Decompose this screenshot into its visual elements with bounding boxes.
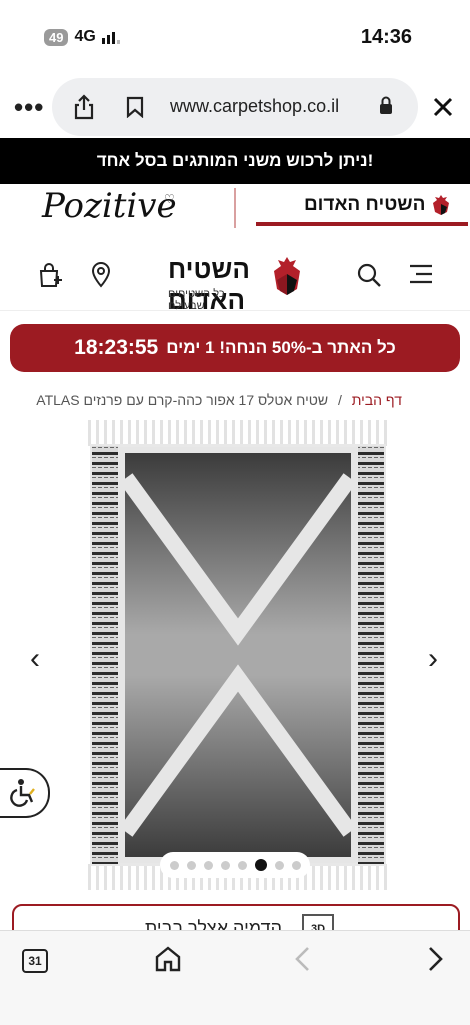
gallery-prev-arrow[interactable]: ‹: [30, 642, 40, 676]
browser-toolbar: ••• www.carpetshop.co.il: [0, 70, 470, 140]
url-text[interactable]: www.carpetshop.co.il: [170, 96, 339, 117]
site-logo[interactable]: השטיח האדום כל השטיחים שבעולם: [168, 250, 308, 315]
brand-tabs: Pozitive ♡ השטיח האדום: [0, 184, 470, 234]
close-icon[interactable]: [432, 96, 454, 118]
gallery-next-arrow[interactable]: ›: [428, 642, 438, 676]
gallery-dot[interactable]: [254, 859, 267, 871]
brand-tab-red-carpet[interactable]: השטיח האדום: [304, 194, 451, 216]
brand-divider: [234, 188, 236, 228]
share-icon[interactable]: [72, 94, 96, 120]
countdown-timer: 18:23:55: [74, 336, 159, 359]
brand-tab-pozitive[interactable]: Pozitive: [42, 186, 177, 226]
network-label: 4G: [74, 28, 96, 45]
bookmark-icon[interactable]: [126, 96, 144, 118]
gallery-dot[interactable]: [186, 860, 196, 870]
active-brand-underline: [256, 222, 468, 226]
pomegranate-logo-icon: [274, 257, 300, 295]
sale-countdown-banner[interactable]: 18:23:55 כל האתר ב-50% הנחה! 1 ימים: [10, 324, 460, 372]
product-gallery[interactable]: ‹ ›: [0, 420, 470, 900]
forward-arrow-icon[interactable]: [426, 945, 446, 973]
tabs-count-button[interactable]: 31: [22, 949, 48, 973]
cart-icon[interactable]: [38, 262, 62, 288]
gallery-dot[interactable]: [220, 860, 230, 870]
promo-banner: ניתן לרכוש משני המותגים בסל אחד!: [0, 138, 470, 184]
heart-icon: ♡: [164, 192, 175, 206]
gallery-dot[interactable]: [291, 860, 301, 870]
lock-icon: [380, 96, 392, 114]
sale-text: כל האתר ב-50% הנחה! 1 ימים: [166, 338, 396, 357]
breadcrumb: דף הבית / שטיח אטלס 17 אפור כהה-קרם עם פ…: [36, 392, 402, 408]
breadcrumb-current: שטיח אטלס 17 אפור כהה-קרם עם פרנזים ATLA…: [36, 392, 329, 408]
gallery-dot[interactable]: [169, 860, 179, 870]
browser-bottom-bar: 31: [0, 930, 470, 1025]
breadcrumb-home[interactable]: דף הבית: [352, 392, 402, 408]
signal-icon: [101, 30, 120, 44]
location-icon[interactable]: [90, 262, 112, 288]
product-image[interactable]: [86, 420, 390, 890]
brand-tab-red-carpet-label: השטיח האדום: [304, 194, 426, 215]
breadcrumb-separator: /: [337, 392, 342, 408]
gallery-dot[interactable]: [203, 860, 213, 870]
back-arrow-icon[interactable]: [292, 945, 312, 973]
gallery-dots[interactable]: [160, 852, 310, 878]
home-icon[interactable]: [154, 945, 182, 973]
accessibility-button[interactable]: [0, 768, 50, 818]
more-options-icon[interactable]: •••: [14, 92, 44, 123]
status-left: 49 4G: [44, 28, 120, 46]
menu-icon[interactable]: [408, 264, 434, 284]
logo-tagline: כל השטיחים שבעולם: [168, 288, 225, 312]
search-icon[interactable]: [356, 262, 382, 288]
pomegranate-logo-icon: [433, 195, 450, 215]
status-bar: 49 4G 14:36: [0, 0, 470, 70]
wheelchair-icon: [10, 779, 35, 807]
gallery-dot[interactable]: [237, 860, 247, 870]
site-header: השטיח האדום כל השטיחים שבעולם: [0, 240, 470, 315]
gallery-dot[interactable]: [274, 860, 284, 870]
battery-indicator: 49: [44, 28, 69, 46]
clock: 14:36: [360, 26, 412, 48]
